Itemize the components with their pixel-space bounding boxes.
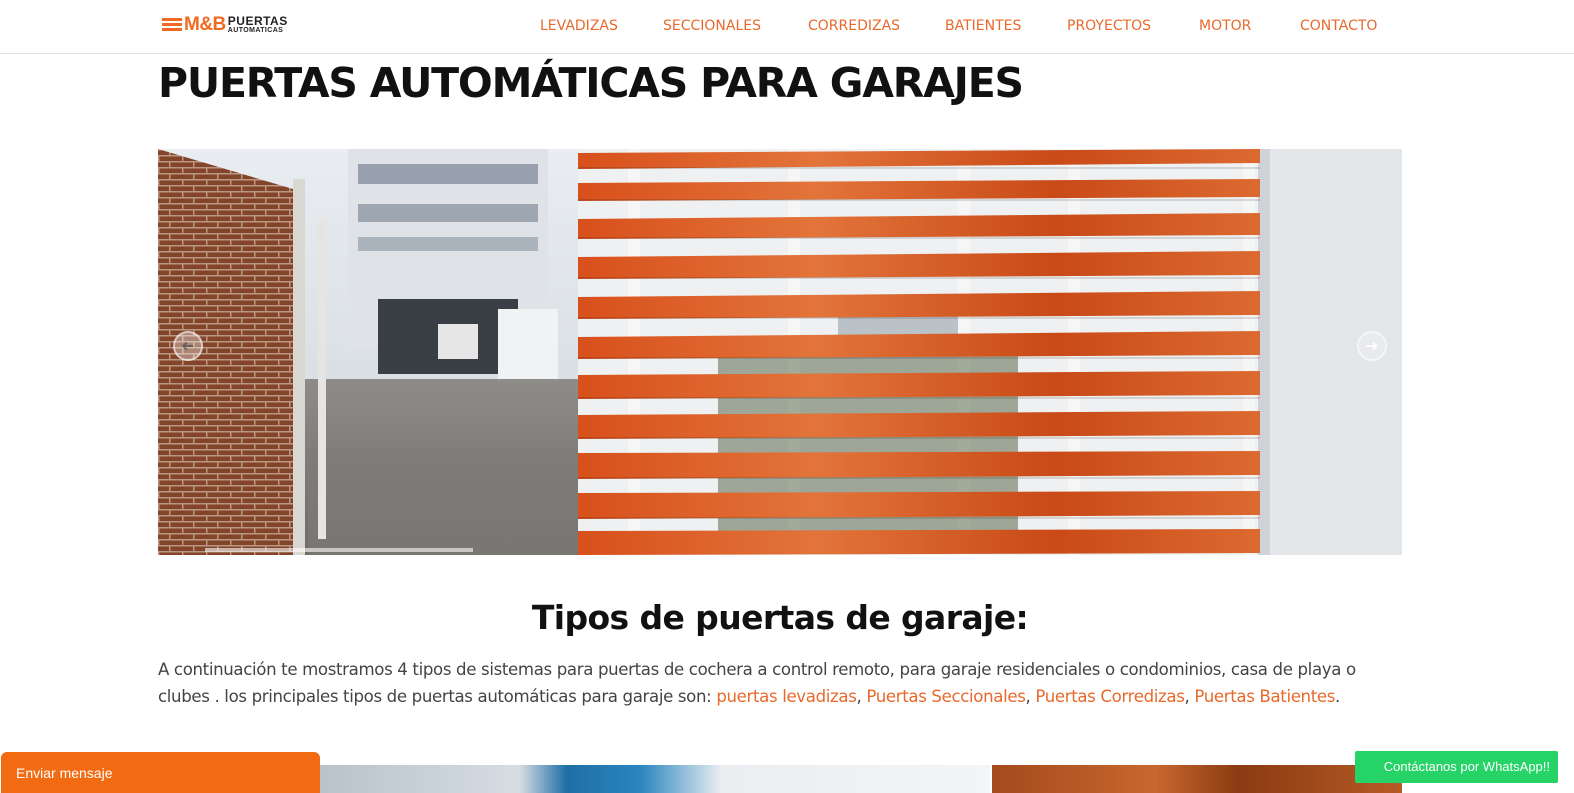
link-puertas-levadizas[interactable]: puertas levadizas (716, 687, 857, 706)
nav-batientes[interactable]: BATIENTES (945, 15, 1021, 37)
send-message-widget[interactable]: Enviar mensaje (1, 752, 320, 793)
whatsapp-contact-button[interactable]: Contáctanos por WhatsApp!! (1355, 751, 1558, 783)
nav-contacto[interactable]: CONTACTO (1300, 15, 1377, 37)
site-header: M&B PUERTAS AUTOMATICAS LEVADIZAS SECCIO… (0, 0, 1574, 54)
link-puertas-batientes[interactable]: Puertas Batientes (1194, 687, 1335, 706)
nav-motor[interactable]: MOTOR (1199, 15, 1251, 37)
image-slider[interactable]: ➜ ➜ (158, 149, 1402, 555)
slider-next-button[interactable]: ➜ (1357, 331, 1387, 361)
page-title: PUERTAS AUTOMÁTICAS PARA GARAJES (158, 59, 1024, 107)
link-puertas-corredizas[interactable]: Puertas Corredizas (1035, 687, 1185, 706)
thumbnail-image-sectional-door (318, 765, 990, 793)
intro-paragraph: A continuación te mostramos 4 tipos de s… (158, 660, 1356, 706)
nav-levadizas[interactable]: LEVADIZAS (540, 15, 618, 37)
nav-seccionales[interactable]: SECCIONALES (663, 15, 761, 37)
slider-prev-button[interactable]: ➜ (173, 331, 203, 361)
nav-proyectos[interactable]: PROYECTOS (1067, 15, 1151, 37)
arrow-left-icon: ➜ (181, 336, 195, 355)
send-message-label: Enviar mensaje (16, 765, 113, 781)
slide-image-wooden-gate (158, 149, 1402, 555)
thumbnail-image-wooden-door (992, 765, 1402, 793)
arrow-right-icon: ➜ (1365, 336, 1379, 355)
whatsapp-label: Contáctanos por WhatsApp!! (1383, 759, 1550, 774)
main-nav: LEVADIZAS SECCIONALES CORREDIZAS BATIENT… (0, 15, 1574, 37)
link-puertas-seccionales[interactable]: Puertas Seccionales (866, 687, 1025, 706)
nav-corredizas[interactable]: CORREDIZAS (808, 15, 900, 37)
section-title: Tipos de puertas de garaje: (531, 598, 1029, 637)
